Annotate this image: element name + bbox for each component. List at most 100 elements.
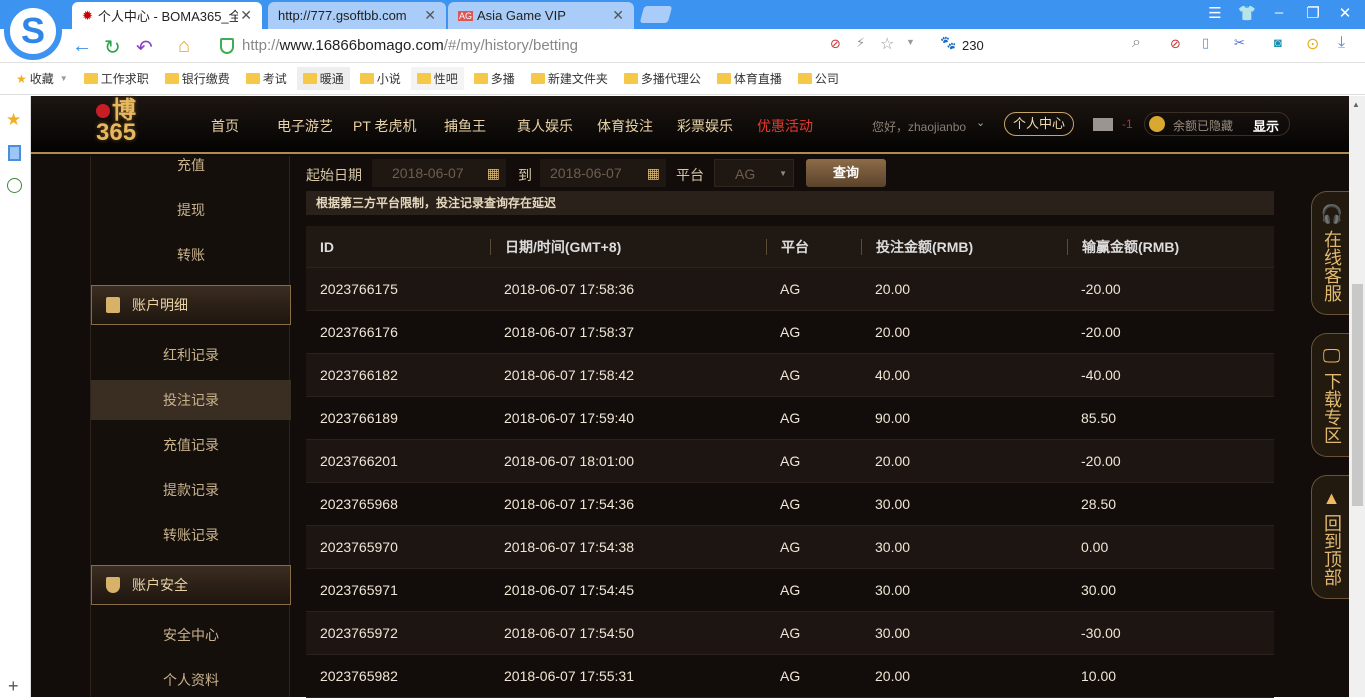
scroll-up-arrow[interactable]: ▲: [1352, 100, 1360, 109]
back-to-top-button[interactable]: ▲ 回到顶部: [1311, 475, 1351, 599]
to-label: 到: [518, 167, 532, 183]
sidebar-item-profile[interactable]: 个人资料: [91, 660, 291, 700]
nav-home[interactable]: 首页: [211, 116, 239, 136]
bookmark-folder[interactable]: 多播代理公: [618, 67, 707, 90]
sidebar-item-transfer[interactable]: 转账: [91, 235, 291, 275]
online-service-button[interactable]: 🎧 在线客服: [1311, 191, 1351, 315]
reload-icon[interactable]: ↻: [104, 35, 121, 60]
sidebar-item-security-center[interactable]: 安全中心: [91, 615, 291, 655]
mail-count: -1: [1122, 117, 1133, 131]
close-icon[interactable]: ✕: [424, 7, 436, 24]
search-icon[interactable]: ⌕: [1132, 34, 1141, 52]
sidebar-item-withdraw-records[interactable]: 提款记录: [91, 470, 291, 510]
nav-sports[interactable]: 体育投注: [597, 116, 653, 136]
sidebar-section-account-security[interactable]: 账户安全: [91, 565, 291, 605]
download-zone-button[interactable]: 🖵 下载专区: [1311, 333, 1351, 457]
mail-icon[interactable]: [1093, 118, 1113, 131]
browser-logo[interactable]: S: [4, 2, 62, 60]
more-icon[interactable]: ⊙: [1306, 34, 1319, 54]
bookmark-folder[interactable]: 性吧: [410, 67, 464, 90]
cell-bet-amount: 30.00: [875, 496, 911, 512]
chevron-down-icon[interactable]: ⌄: [976, 116, 985, 129]
start-date-input[interactable]: 2018-06-07 ▦: [372, 159, 506, 187]
tab-personal-center[interactable]: ✹ 个人中心 - BOMA365_全 ✕: [72, 2, 262, 29]
cell-platform: AG: [780, 539, 801, 555]
user-greeting[interactable]: 您好，zhaojianbo: [872, 118, 966, 135]
end-date-input[interactable]: 2018-06-07 ▦: [540, 159, 666, 187]
scrollbar-thumb[interactable]: [1352, 284, 1363, 506]
bookmark-folder[interactable]: 小说: [354, 67, 407, 90]
tab-asia-game[interactable]: AG Asia Game VIP ✕: [448, 2, 634, 29]
bookmark-folder[interactable]: 银行缴费: [159, 67, 236, 90]
back-icon[interactable]: ←: [72, 35, 92, 58]
platform-select[interactable]: AG ▼: [714, 159, 794, 187]
restore-icon[interactable]: ❐: [1300, 4, 1326, 22]
nav-fishing[interactable]: 捕鱼王: [444, 116, 486, 136]
cell-id: 2023766176: [320, 324, 398, 340]
query-button[interactable]: 查询: [806, 159, 886, 187]
home-icon[interactable]: ⌂: [178, 35, 190, 58]
tab-gsoftbb[interactable]: http://777.gsoftbb.com ✕: [268, 2, 446, 29]
bookmark-folder[interactable]: 工作求职: [78, 67, 155, 90]
cell-platform: AG: [780, 668, 801, 684]
bookmark-folder[interactable]: 暖通: [296, 67, 350, 90]
column-header-win-loss: 输赢金额(RMB): [1067, 238, 1179, 255]
cell-id: 2023765970: [320, 539, 398, 555]
bookmark-folder[interactable]: 新建文件夹: [525, 67, 614, 90]
sidebar-item-betting-records[interactable]: 投注记录: [91, 380, 291, 420]
show-balance-button[interactable]: 显示: [1253, 116, 1279, 135]
minimize-icon[interactable]: –: [1266, 4, 1292, 21]
platform-label: 平台: [676, 167, 704, 183]
sidebar-item-deposit-records[interactable]: 充值记录: [91, 425, 291, 465]
personal-center-button[interactable]: 个人中心: [1004, 112, 1074, 136]
screenshot-icon[interactable]: ◙: [1274, 35, 1282, 50]
chevron-down-icon[interactable]: ▼: [906, 37, 915, 47]
star-icon[interactable]: ★: [6, 110, 21, 130]
new-tab-button[interactable]: [639, 6, 673, 23]
url-input[interactable]: http://www.16866bomago.com/#/my/history/…: [242, 37, 578, 54]
nav-pt-slots[interactable]: PT 老虎机: [353, 116, 417, 136]
star-icon[interactable]: ☆: [880, 34, 894, 54]
nav-lottery[interactable]: 彩票娱乐: [677, 116, 733, 136]
calendar-icon[interactable]: ▦: [487, 159, 500, 187]
skin-icon[interactable]: 👕: [1234, 4, 1260, 22]
close-window-icon[interactable]: ✕: [1332, 4, 1358, 22]
clock-icon[interactable]: [7, 178, 22, 193]
folder-icon: [623, 73, 638, 84]
nav-live-casino[interactable]: 真人娱乐: [517, 116, 573, 136]
adblock-icon[interactable]: ⊘: [830, 36, 841, 52]
folder-icon: [797, 73, 812, 84]
phone-icon[interactable]: ▯: [1202, 35, 1209, 51]
close-icon[interactable]: ✕: [240, 7, 252, 24]
lightning-icon[interactable]: ⚡: [856, 35, 865, 51]
bookmark-folder[interactable]: 考试: [240, 67, 293, 90]
undo-icon[interactable]: ↶: [136, 35, 153, 60]
sidebar-section-account-details[interactable]: 账户明细: [91, 285, 291, 325]
calendar-icon[interactable]: ▦: [647, 159, 660, 187]
table-row: 2023765971 2018-06-07 17:54:45 AG 30.00 30.0…: [306, 569, 1274, 612]
sidebar-item-bonus-records[interactable]: 红利记录: [91, 335, 291, 375]
sidebar-item-transfer-records[interactable]: 转账记录: [91, 515, 291, 555]
folder-icon: [473, 73, 488, 84]
search-input[interactable]: 230: [962, 38, 984, 53]
close-icon[interactable]: ✕: [612, 7, 624, 24]
sidebar-item-withdraw[interactable]: 提现: [91, 190, 291, 230]
tablet-icon[interactable]: [8, 145, 21, 161]
cell-datetime: 2018-06-07 17:58:37: [504, 324, 634, 340]
tab-label: Asia Game VIP: [477, 8, 566, 23]
cell-bet-amount: 90.00: [875, 410, 911, 426]
bookmark-folder[interactable]: 公司: [792, 67, 845, 90]
bookmark-favorites[interactable]: ★ 收藏 ▼: [10, 67, 74, 90]
add-icon[interactable]: +: [8, 676, 19, 697]
nav-promotions[interactable]: 优惠活动: [757, 116, 813, 136]
adblock-icon[interactable]: ⊘: [1170, 36, 1181, 52]
cell-win-loss: 10.00: [1081, 668, 1117, 684]
cell-id: 2023766175: [320, 281, 398, 297]
menu-icon[interactable]: ☰: [1202, 4, 1228, 22]
nav-electronic-games[interactable]: 电子游艺: [277, 116, 333, 136]
bookmark-folder[interactable]: 体育直播: [711, 67, 788, 90]
sidebar-item-deposit[interactable]: 充值: [91, 145, 291, 185]
scissors-icon[interactable]: ✂: [1234, 35, 1245, 51]
download-icon[interactable]: ⤓: [1338, 34, 1345, 52]
bookmark-folder[interactable]: 多播: [468, 67, 521, 90]
